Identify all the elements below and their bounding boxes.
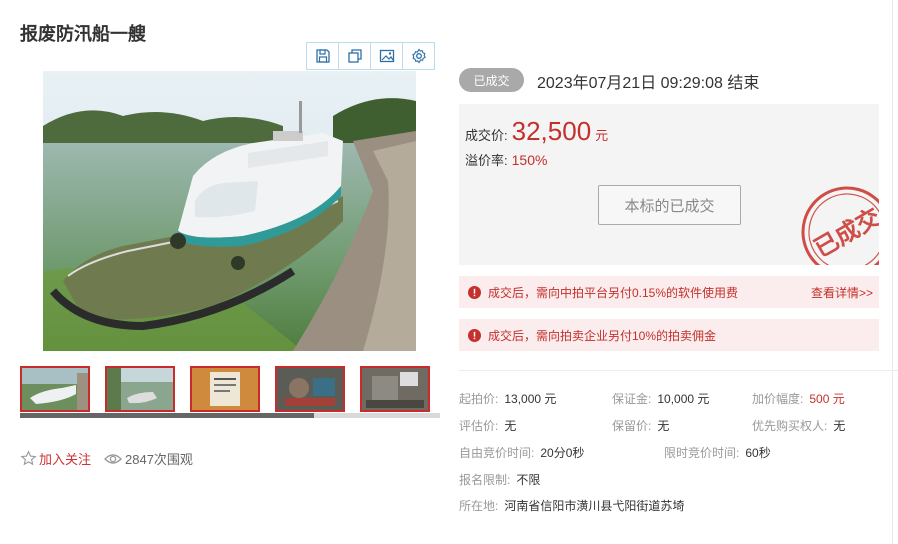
- limited-bid-time-value: 60秒: [745, 446, 771, 460]
- notice-commission: 成交后，需向拍卖企业另付10%的拍卖佣金: [459, 319, 879, 351]
- registration-restriction: 报名限制: 不限: [459, 471, 540, 488]
- priority-buyer: 优先购买权人: 无: [752, 417, 845, 434]
- thumbnail-river-photo: [107, 368, 173, 410]
- thumbnail-3[interactable]: [190, 366, 260, 412]
- settings-button[interactable]: [402, 42, 435, 70]
- start-price: 起拍价: 13,000 元: [459, 390, 556, 407]
- notice-software-fee: 成交后，需向中拍平台另付0.15%的软件使用费 查看详情>>: [459, 276, 879, 308]
- eye-icon: [104, 453, 122, 464]
- deal-price-unit: 元: [595, 128, 609, 143]
- settings-icon: [411, 48, 426, 64]
- limited-bid-time-label: 限时竞价时间:: [664, 446, 740, 460]
- view-count-text: 2847次围观: [125, 452, 193, 467]
- boat-photo: [43, 71, 416, 351]
- thumbnail-scrollbar[interactable]: [20, 413, 440, 418]
- location: 所在地: 河南省信阳市潢川县弋阳街道苏埼: [459, 497, 684, 514]
- thumbnail-scrollbar-thumb[interactable]: [20, 413, 314, 418]
- follow-label: 加入关注: [39, 452, 92, 467]
- page-right-divider: [892, 0, 893, 544]
- save-button[interactable]: [306, 42, 339, 70]
- location-label: 所在地:: [459, 499, 499, 513]
- save-icon: [315, 49, 330, 63]
- registration-restriction-label: 报名限制:: [459, 473, 511, 487]
- view-details-link[interactable]: 查看详情>>: [811, 284, 873, 301]
- thumbnail-boat-photo: [22, 368, 88, 410]
- deal-price-value: 32,500: [511, 116, 592, 146]
- status-badge: 已成交: [459, 68, 524, 92]
- sold-stamp: 已成交: [801, 186, 879, 265]
- notice-commission-text: 成交后，需向拍卖企业另付10%的拍卖佣金: [488, 328, 717, 343]
- priority-buyer-value: 无: [833, 419, 846, 433]
- notice-software-fee-text: 成交后，需向中拍平台另付0.15%的软件使用费: [488, 285, 739, 300]
- star-icon: [20, 450, 37, 466]
- appraisal-price: 评估价: 无: [459, 417, 516, 434]
- reserve-price-value: 无: [657, 419, 670, 433]
- premium-rate-row: 溢价率: 150%: [465, 150, 547, 169]
- limited-bid-time: 限时竞价时间: 60秒: [664, 444, 771, 461]
- start-price-label: 起拍价:: [459, 392, 499, 406]
- free-bid-time: 自由竞价时间: 20分0秒: [459, 444, 584, 461]
- reserve-price-label: 保留价:: [612, 419, 652, 433]
- thumbnail-engine-photo: [277, 368, 343, 410]
- thumbnail-2[interactable]: [105, 366, 175, 412]
- thumbnail-machinery-photo: [362, 368, 428, 410]
- appraisal-price-label: 评估价:: [459, 419, 499, 433]
- premium-rate-label: 溢价率:: [465, 153, 508, 168]
- registration-restriction-value: 不限: [516, 473, 541, 487]
- location-value: 河南省信阳市潢川县弋阳街道苏埼: [504, 499, 685, 513]
- image-button[interactable]: [370, 42, 403, 70]
- deposit-label: 保证金:: [612, 392, 652, 406]
- sold-stamp-text: 已成交: [809, 203, 879, 263]
- end-time: 2023年07月21日 09:29:08 结束: [537, 75, 760, 92]
- price-panel: 成交价: 32,500 元 溢价率: 150% 本标的已成交 已成交: [459, 104, 879, 265]
- bid-increment-label: 加价幅度:: [752, 392, 804, 406]
- free-bid-time-value: 20分0秒: [540, 446, 585, 460]
- deposit: 保证金: 10,000 元: [612, 390, 709, 407]
- copy-icon: [347, 49, 362, 63]
- thumbnail-4[interactable]: [275, 366, 345, 412]
- thumbnail-1[interactable]: [20, 366, 90, 412]
- photo-toolbar: [306, 42, 435, 70]
- premium-rate-value: 150%: [511, 152, 548, 168]
- priority-buyer-label: 优先购买权人:: [752, 419, 828, 433]
- lot-sold-button[interactable]: 本标的已成交: [598, 185, 741, 225]
- alert-icon: [468, 285, 481, 299]
- deal-price-row: 成交价: 32,500 元: [465, 116, 608, 147]
- reserve-price: 保留价: 无: [612, 417, 669, 434]
- start-price-value: 13,000 元: [504, 392, 557, 406]
- bid-increment-value: 500 元: [809, 392, 845, 406]
- appraisal-price-value: 无: [504, 419, 517, 433]
- page-title: 报废防汛船一艘: [20, 24, 146, 44]
- thumbnail-5[interactable]: [360, 366, 430, 412]
- bid-increment: 加价幅度: 500 元: [752, 390, 845, 407]
- main-photo[interactable]: [43, 71, 416, 351]
- thumbnail-document-photo: [192, 368, 258, 410]
- deal-price-label: 成交价:: [465, 128, 508, 143]
- image-icon: [379, 49, 394, 63]
- copy-button[interactable]: [338, 42, 371, 70]
- follow-button[interactable]: 加入关注: [20, 449, 91, 468]
- alert-icon: [468, 328, 481, 342]
- info-divider: [459, 370, 898, 371]
- view-count: 2847次围观: [104, 449, 193, 468]
- deposit-value: 10,000 元: [657, 392, 710, 406]
- free-bid-time-label: 自由竞价时间:: [459, 446, 535, 460]
